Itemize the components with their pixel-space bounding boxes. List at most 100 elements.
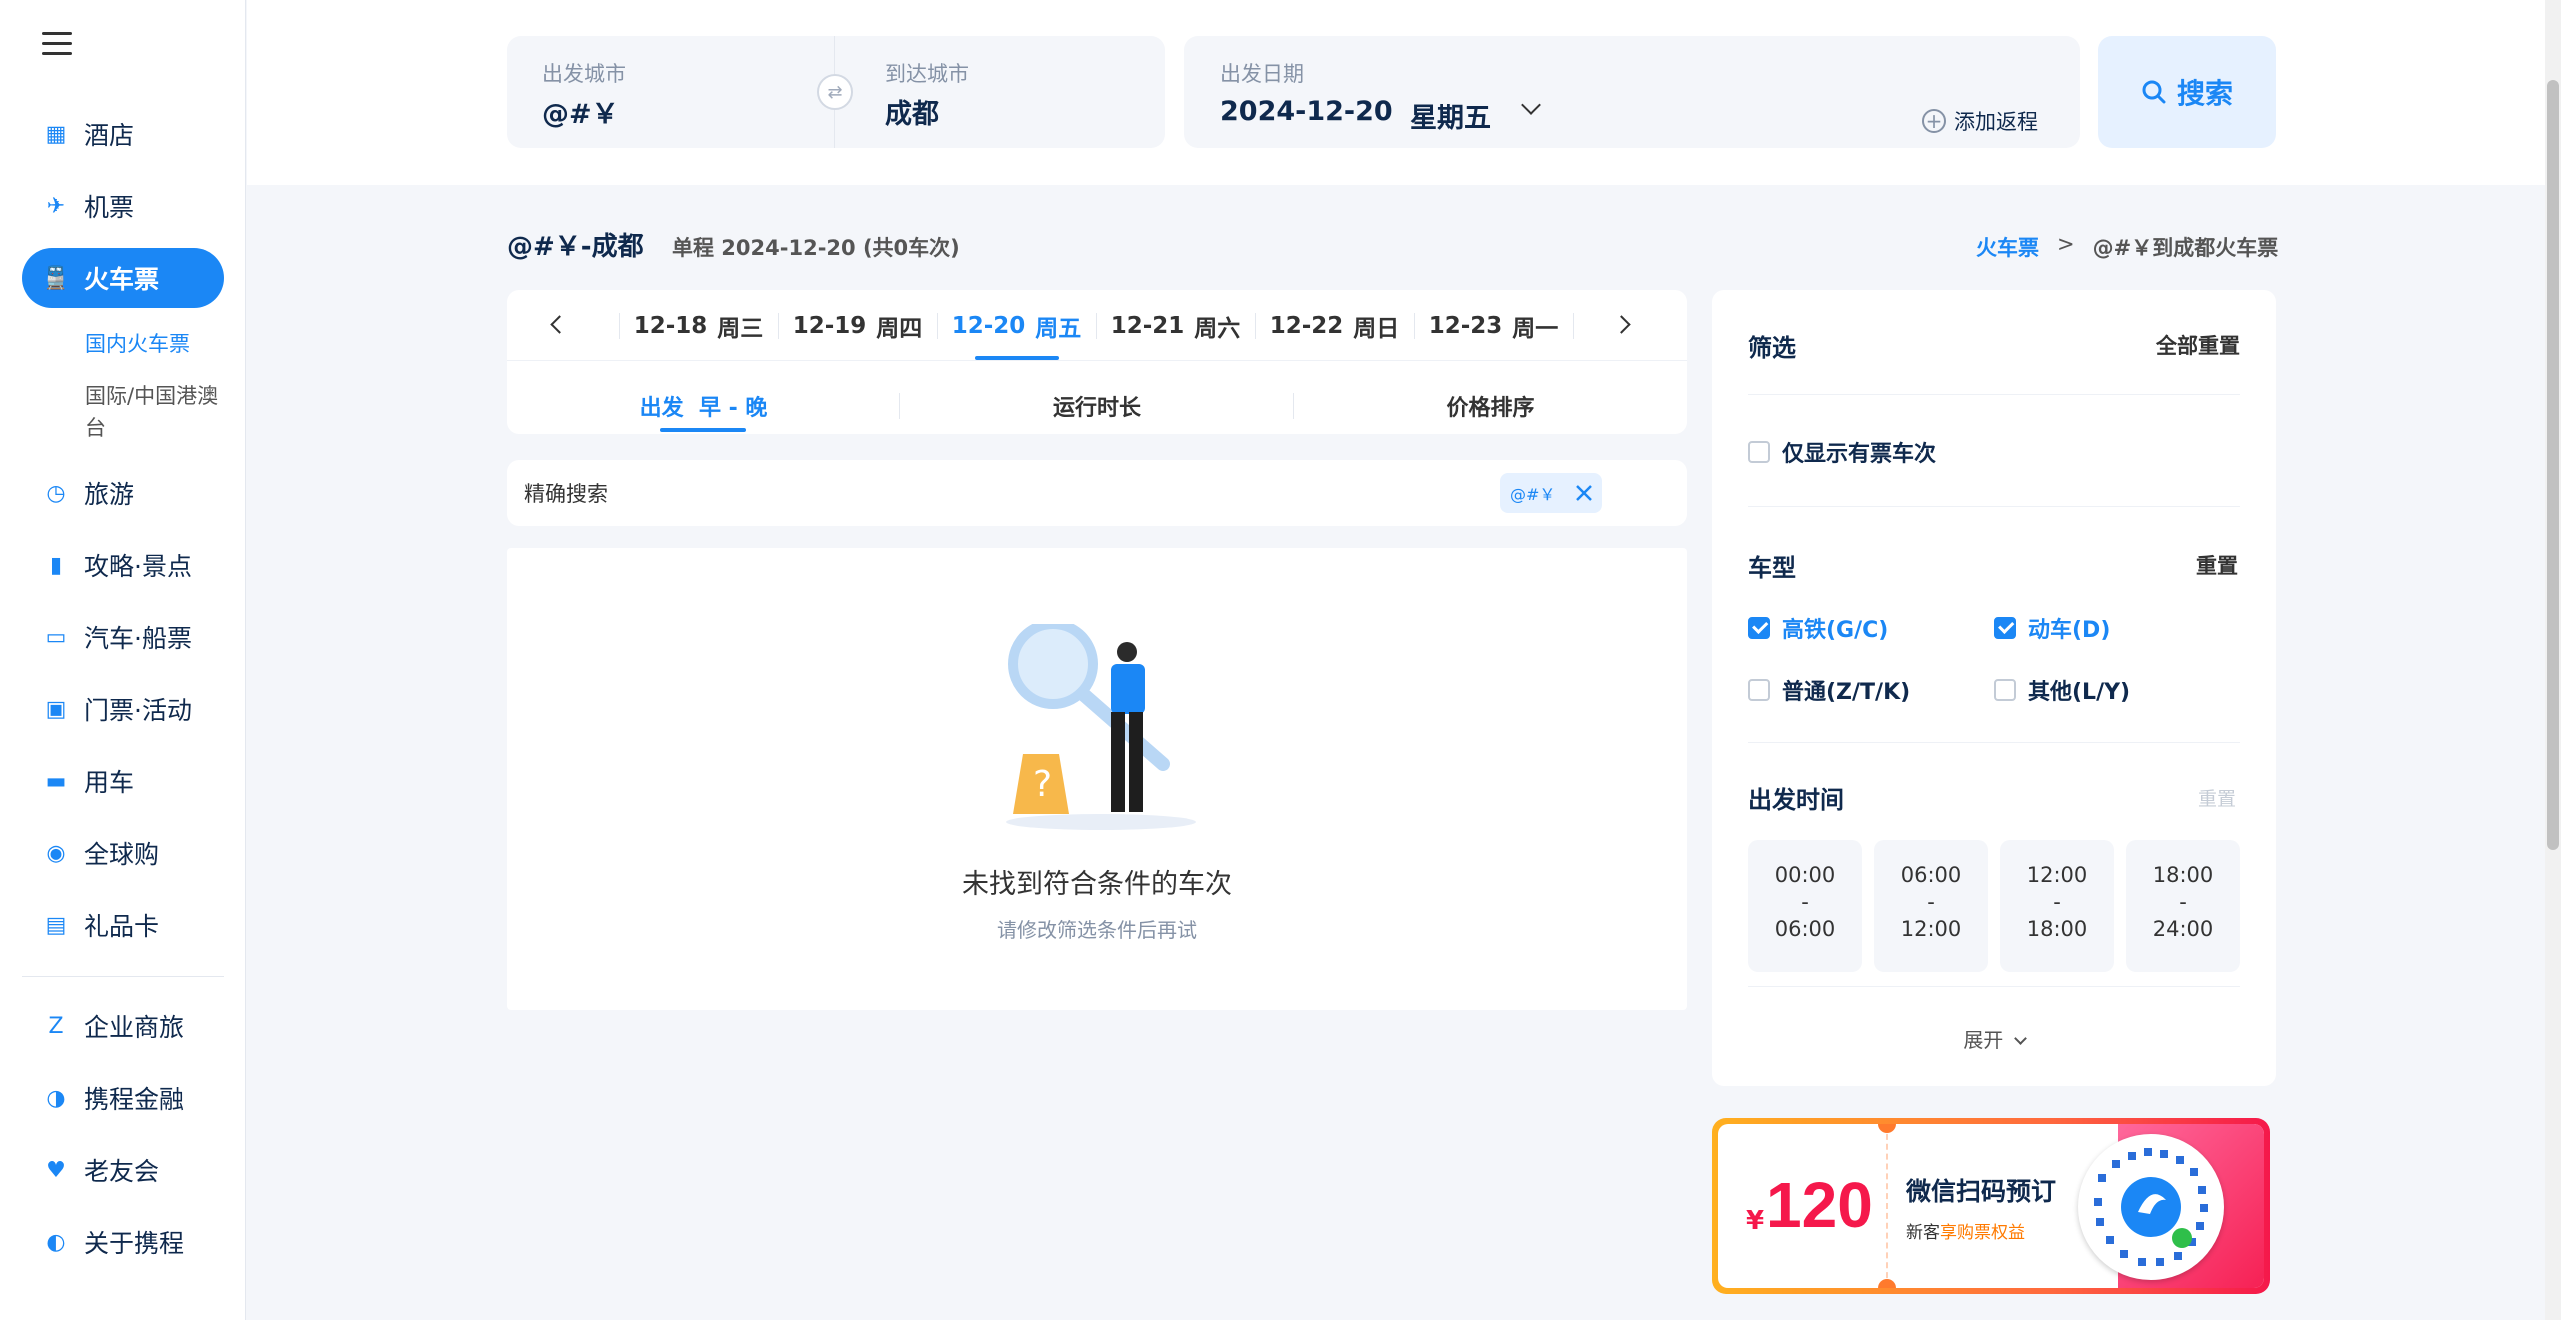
menu-icon[interactable] xyxy=(42,32,72,56)
date-tab-date: 12-19 xyxy=(792,313,867,339)
date-tab[interactable]: 12-18 周三 xyxy=(619,290,778,362)
depart-time-option[interactable]: 06:00 - 12:00 xyxy=(1874,840,1988,972)
sidebar-item-label: 老友会 xyxy=(84,1157,160,1186)
sidebar-item-label: 攻略·景点 xyxy=(84,552,192,581)
sidebar-item-13[interactable]: ◐ 关于携程 xyxy=(22,1212,224,1272)
sidebar-item-10[interactable]: Z 企业商旅 xyxy=(22,996,224,1056)
train-type-option[interactable]: 高铁(G/C) xyxy=(1748,612,1888,644)
promo-amount: 120 xyxy=(1766,1169,1873,1241)
sort-depart-label: 出发 xyxy=(639,396,684,421)
ticket-image-icon: ▣ xyxy=(45,696,67,722)
sidebar-item-7[interactable]: ▬ 用车 xyxy=(22,751,224,811)
train-type-label: 高铁(G/C) xyxy=(1782,618,1889,643)
checkbox[interactable] xyxy=(1748,679,1770,701)
sort-tab-price[interactable]: 价格排序 xyxy=(1294,370,1687,442)
results-panel: ? 未找到符合条件的车次 请修改筛选条件后再试 xyxy=(507,548,1687,1010)
sidebar-item-label: 企业商旅 xyxy=(84,1013,185,1042)
time-range-part: - xyxy=(1927,890,1935,914)
reset-all-button[interactable]: 全部重置 xyxy=(2156,330,2240,360)
precise-search-label: 精确搜索 xyxy=(524,482,608,506)
date-tab-date: 12-20 xyxy=(951,313,1026,339)
next-date-icon[interactable] xyxy=(1612,314,1635,334)
swap-cities-icon[interactable]: ⇄ xyxy=(817,74,853,110)
business-z-icon: Z xyxy=(48,1013,64,1039)
only-available-checkbox[interactable]: 仅显示有票车次 xyxy=(1748,436,1936,468)
date-tab[interactable]: 12-21 周六 xyxy=(1096,290,1255,362)
city-selector: 出发城市 @#￥ ⇄ 到达城市 成都 xyxy=(507,36,1165,148)
to-city-field[interactable]: 到达城市 成都 xyxy=(885,36,1145,148)
sidebar-item-label: 酒店 xyxy=(84,121,135,150)
empty-title: 未找到符合条件的车次 xyxy=(962,869,1232,900)
date-tab-weekday: 周日 xyxy=(1353,316,1400,342)
from-city-field[interactable]: 出发城市 @#￥ xyxy=(542,36,822,148)
sidebar-item-1[interactable]: ✈ 机票 xyxy=(22,176,224,236)
depart-time-option[interactable]: 00:00 - 06:00 xyxy=(1748,840,1862,972)
date-tab-weekday: 周六 xyxy=(1194,316,1241,342)
finance-dolphin-icon: ◑ xyxy=(46,1085,66,1111)
time-range-part: - xyxy=(2053,890,2061,914)
date-tab[interactable]: 12-20 周五 xyxy=(937,290,1096,362)
magnifier-illustration: ? xyxy=(1006,624,1196,830)
svg-text:?: ? xyxy=(1033,764,1052,805)
chevron-down-icon[interactable] xyxy=(1521,95,1541,115)
sidebar-item-8[interactable]: ◉ 全球购 xyxy=(22,823,224,883)
train-type-reset[interactable]: 重置 xyxy=(2196,550,2238,580)
sidebar-item-label: 火车票 xyxy=(84,265,160,294)
bus-icon: ▭ xyxy=(45,624,67,650)
sidebar-item-label: 关于携程 xyxy=(84,1229,185,1258)
checkbox[interactable] xyxy=(1748,441,1770,463)
expand-button[interactable]: 展开 xyxy=(1712,1024,2276,1053)
search-button[interactable]: 搜索 xyxy=(2098,36,2276,148)
checkbox[interactable] xyxy=(1994,617,2016,639)
promo-sub-highlight: 享购票权益 xyxy=(1940,1223,2025,1243)
date-tab-date: 12-21 xyxy=(1110,313,1185,339)
train-type-option[interactable]: 其他(L/Y) xyxy=(1994,674,2130,706)
empty-subtitle: 请修改筛选条件后再试 xyxy=(997,918,1197,942)
sort-active-indicator xyxy=(660,428,746,432)
depart-time-option[interactable]: 18:00 - 24:00 xyxy=(2126,840,2240,972)
train-type-title: 车型 xyxy=(1748,554,1796,582)
wechat-promo-banner[interactable]: ¥ 120 微信扫码预订 新客享购票权益 xyxy=(1712,1118,2270,1294)
time-range-part: 06:00 xyxy=(1900,863,1962,887)
prev-date-icon[interactable] xyxy=(547,314,569,334)
breadcrumb-current: @#￥到成都火车票 xyxy=(2092,236,2279,260)
checkbox[interactable] xyxy=(1748,617,1770,639)
time-range-part: 18:00 xyxy=(2026,917,2088,941)
sidebar-item-5[interactable]: ▭ 汽车·船票 xyxy=(22,607,224,667)
sidebar-item-9[interactable]: ▤ 礼品卡 xyxy=(22,895,224,955)
qr-code-icon xyxy=(2078,1134,2224,1280)
sidebar-item-4[interactable]: ▮ 攻略·景点 xyxy=(22,535,224,595)
sidebar-sub-international[interactable]: 国际/中国港澳台 xyxy=(85,380,225,444)
sidebar-item-12[interactable]: ♥ 老友会 xyxy=(22,1140,224,1200)
depart-time-option[interactable]: 12:00 - 18:00 xyxy=(2000,840,2114,972)
scrollbar-thumb[interactable] xyxy=(2547,80,2559,850)
sidebar-item-2[interactable]: 🚆 火车票 xyxy=(22,248,224,308)
close-icon[interactable] xyxy=(1575,484,1593,502)
date-tab[interactable]: 12-22 周日 xyxy=(1255,290,1414,362)
only-available-label: 仅显示有票车次 xyxy=(1782,442,1937,467)
promo-subtitle: 新客享购票权益 xyxy=(1906,1218,2025,1243)
train-type-option[interactable]: 动车(D) xyxy=(1994,612,2110,644)
sort-tab-duration[interactable]: 运行时长 xyxy=(900,370,1294,442)
precise-search-bar[interactable]: 精确搜索 @#￥ xyxy=(507,460,1687,526)
filter-tag[interactable]: @#￥ xyxy=(1500,473,1602,513)
sidebar-item-0[interactable]: ▦ 酒店 xyxy=(22,104,224,164)
checkbox[interactable] xyxy=(1994,679,2016,701)
sidebar-item-3[interactable]: ◷ 旅游 xyxy=(22,463,224,523)
train-type-option[interactable]: 普通(Z/T/K) xyxy=(1748,674,1910,706)
date-field[interactable]: 出发日期 2024-12-20 星期五 + 添加返程 xyxy=(1184,36,2080,148)
from-city-value: @#￥ xyxy=(542,99,619,130)
sidebar-item-11[interactable]: ◑ 携程金融 xyxy=(22,1068,224,1128)
guide-book-icon: ▮ xyxy=(49,552,63,578)
time-range-part: 00:00 xyxy=(1774,863,1836,887)
sidebar-sub-domestic[interactable]: 国内火车票 xyxy=(85,328,225,360)
date-tab-date: 12-22 xyxy=(1269,313,1344,339)
date-tab[interactable]: 12-23 周一 xyxy=(1414,290,1573,362)
sidebar-item-6[interactable]: ▣ 门票·活动 xyxy=(22,679,224,739)
date-tab-weekday: 周一 xyxy=(1512,316,1559,342)
add-return-button[interactable]: + 添加返程 xyxy=(1922,106,2038,136)
date-tab[interactable]: 12-19 周四 xyxy=(778,290,937,362)
breadcrumb-train-link[interactable]: 火车票 xyxy=(1976,232,2039,262)
train-type-label: 普通(Z/T/K) xyxy=(1782,680,1911,705)
hotel-icon: ▦ xyxy=(45,121,67,147)
